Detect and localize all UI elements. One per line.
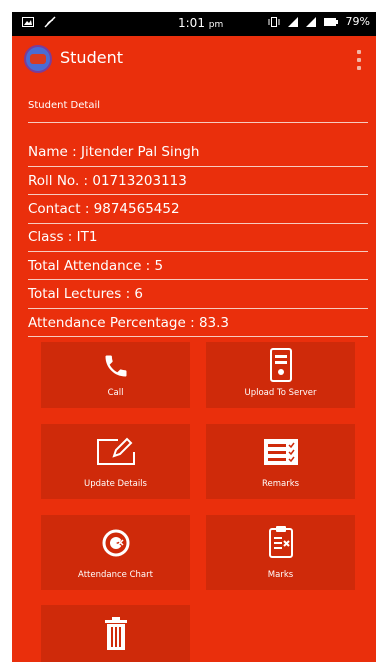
phone-icon (105, 355, 126, 377)
marks-button[interactable]: Marks (206, 515, 355, 590)
app-bar: Student (12, 36, 376, 84)
divider (28, 166, 368, 167)
trash-icon (104, 617, 127, 650)
vibrate-icon (268, 16, 280, 27)
student-class: Class : IT1 (28, 229, 98, 245)
clock-ampm: pm (208, 20, 224, 30)
divider (28, 279, 368, 280)
roll-number: Roll No. : 01713203113 (28, 173, 187, 189)
call-button[interactable]: Call (41, 342, 190, 408)
checklist-icon (263, 439, 298, 465)
divider (28, 194, 368, 195)
contact-number: Contact : 9874565452 (28, 201, 180, 217)
pie-chart-icon (102, 529, 129, 557)
marks-label: Marks (267, 570, 294, 580)
attendance-percentage: Attendance Percentage : 83.3 (28, 315, 229, 331)
update-label: Update Details (84, 479, 147, 489)
image-notification-icon (22, 17, 34, 27)
signal-off-icon (44, 16, 56, 28)
section-label: Student Detail (28, 100, 101, 111)
app-screen: 1:01 pm 79% Student Student Detail Name … (12, 12, 376, 662)
cell-signal-icon-2 (305, 16, 316, 27)
divider (28, 336, 368, 337)
cell-signal-icon (287, 16, 298, 27)
total-attendance: Total Attendance : 5 (28, 258, 164, 274)
student-name: Name : Jitender Pal Singh (28, 144, 200, 160)
remarks-button[interactable]: Remarks (206, 424, 355, 499)
server-icon (269, 348, 292, 382)
divider (28, 122, 368, 123)
divider (28, 308, 368, 309)
attendance-chart-button[interactable]: Attendance Chart (41, 515, 190, 590)
total-lectures: Total Lectures : 6 (28, 286, 143, 302)
clipboard-icon (268, 526, 293, 558)
upload-label: Upload To Server (244, 388, 317, 398)
clock: 1:01 pm (178, 16, 223, 30)
upload-to-server-button[interactable]: Upload To Server (206, 342, 355, 408)
overflow-menu-icon[interactable] (356, 50, 362, 70)
battery-percent: 79% (345, 15, 370, 28)
chart-label: Attendance Chart (78, 570, 153, 580)
divider (28, 251, 368, 252)
divider (28, 223, 368, 224)
update-details-button[interactable]: Update Details (41, 424, 190, 499)
remarks-label: Remarks (261, 479, 300, 489)
app-title: Student (60, 48, 123, 67)
app-logo (24, 45, 52, 73)
battery-icon (323, 17, 338, 26)
call-label: Call (107, 388, 124, 398)
edit-icon (96, 437, 135, 465)
delete-button[interactable] (41, 605, 190, 662)
clock-time: 1:01 (178, 16, 205, 30)
status-bar: 1:01 pm 79% (12, 12, 376, 36)
